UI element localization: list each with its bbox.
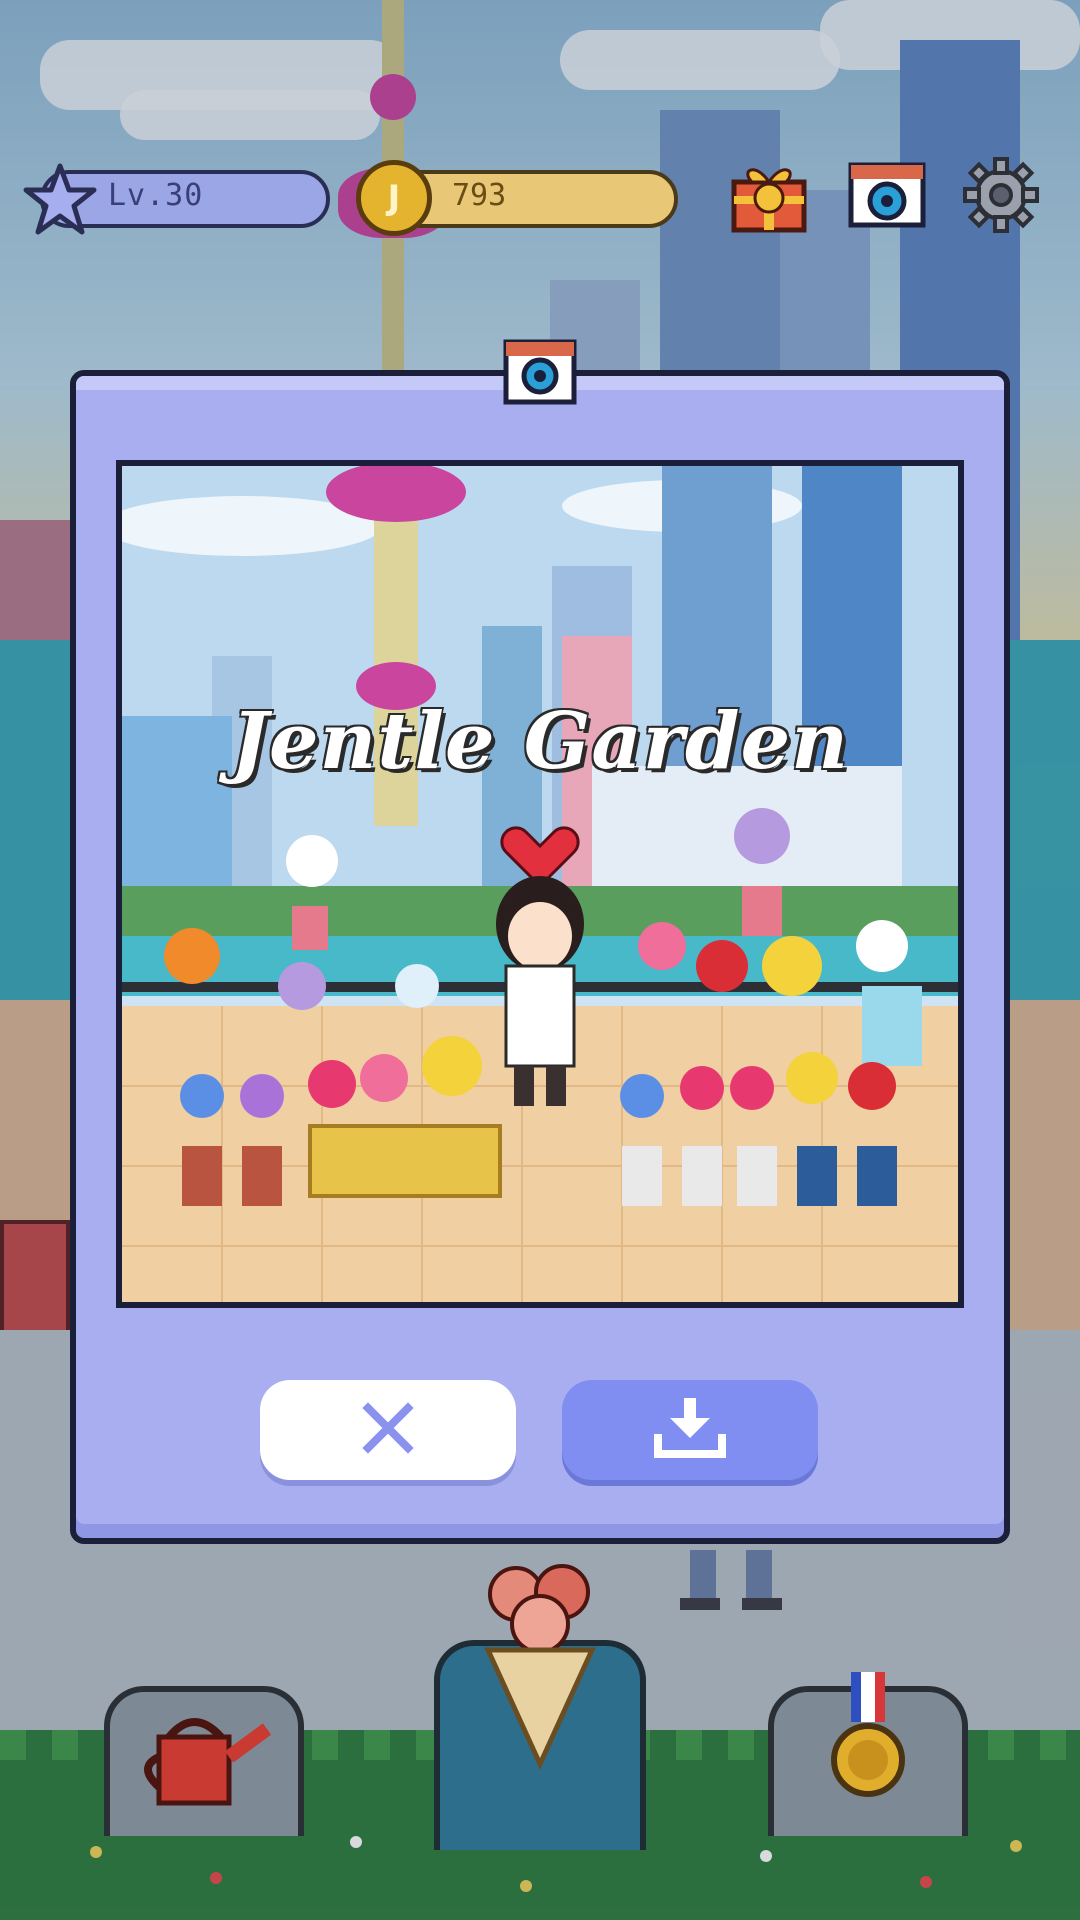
- camera-icon: [847, 155, 927, 239]
- garden-photo-art: [122, 466, 958, 1302]
- star-icon: [22, 162, 98, 238]
- watering-button[interactable]: [104, 1686, 304, 1836]
- download-icon: [652, 1396, 728, 1464]
- settings-button[interactable]: [956, 152, 1046, 242]
- close-x-icon: [360, 1400, 416, 1460]
- gift-box-icon: [726, 152, 812, 242]
- flower-bouquet-icon: [470, 1554, 610, 1788]
- gear-icon: [961, 155, 1041, 239]
- download-button[interactable]: [562, 1380, 818, 1480]
- medal-icon: [823, 1672, 913, 1816]
- close-button[interactable]: [260, 1380, 516, 1480]
- camera-button[interactable]: [842, 152, 932, 242]
- level-label: Lv.30: [108, 178, 204, 213]
- coin-icon: J: [356, 160, 432, 236]
- top-hud: Lv.30 J 793: [0, 150, 1080, 250]
- coin-count: 793: [452, 178, 507, 213]
- camera-icon: [502, 334, 578, 410]
- coin-symbol: J: [387, 178, 401, 218]
- gift-button[interactable]: [724, 152, 814, 242]
- watering-can-icon: [129, 1707, 279, 1821]
- photo-title: Jentle Garden: [231, 696, 849, 787]
- coin-pill[interactable]: [392, 170, 678, 228]
- bouquet-button[interactable]: [434, 1564, 646, 1850]
- garden-photo: Jentle Garden: [116, 460, 964, 1308]
- achievements-button[interactable]: [768, 1672, 968, 1836]
